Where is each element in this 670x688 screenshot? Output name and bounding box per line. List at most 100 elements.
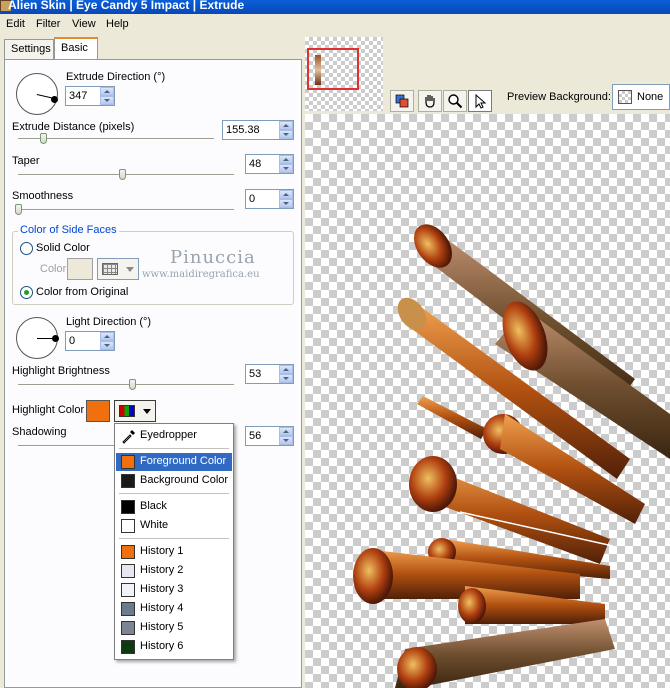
menu-item-eyedropper[interactable]: Eyedropper [116,427,232,445]
watermark-url: www.maidiregrafica.eu [142,269,260,280]
highlight-color-menu: Eyedropper Foreground Color Background Co… [114,423,234,660]
eyedropper-icon [122,430,135,444]
menu-item-label: Black [140,500,167,512]
menu-item-history-2[interactable]: History 2 [116,562,232,580]
zoom-tool-button[interactable] [443,90,467,112]
highlight-brightness-track[interactable] [18,384,234,386]
menu-item-label: Background Color [140,474,229,486]
menu-item-label: History 3 [140,583,184,595]
preview-compare-button[interactable] [390,90,414,112]
color-swatch [121,519,135,533]
color-swatch [121,583,135,597]
menu-item-history-1[interactable]: History 1 [116,543,232,561]
highlight-brightness-slider[interactable] [129,379,137,390]
menu-separator [119,538,229,539]
preview-background-select[interactable]: None [612,84,670,110]
tab-settings[interactable]: Settings [4,39,54,59]
chevron-down-icon [143,409,151,414]
highlight-color-menu-button[interactable] [114,400,156,422]
smoothness-label: Smoothness [12,190,74,202]
smoothness-slider[interactable] [15,204,22,215]
menu-item-white[interactable]: White [116,517,232,535]
taper-slider[interactable] [118,169,126,180]
menu-item-label: History 1 [140,545,184,557]
taper-label: Taper [12,155,40,167]
solid-color-menu-button[interactable] [97,258,139,280]
side-faces-title: Color of Side Faces [18,224,119,236]
menu-help[interactable]: Help [106,18,129,30]
navigator-preview-image [315,55,321,85]
highlight-brightness-input[interactable]: 53 [245,364,294,384]
light-direction-input[interactable]: 0 [65,331,115,351]
palette-grid-icon [102,263,118,275]
menu-edit[interactable]: Edit [6,18,25,30]
extrude-distance-label: Extrude Distance (pixels) [12,121,135,133]
color-from-original-radio[interactable] [20,286,33,299]
color-swatch [121,545,135,559]
menu-item-history-5[interactable]: History 5 [116,619,232,637]
palette-grid-icon [119,405,135,417]
menu-item-label: History 5 [140,621,184,633]
tab-basic[interactable]: Basic [54,37,98,59]
highlight-color-swatch[interactable] [86,400,110,422]
color-swatch [121,640,135,654]
menu-bar: Edit Filter View Help [0,14,670,36]
color-swatch [121,621,135,635]
extrude-direction-dial[interactable] [16,73,58,115]
extrude-distance-input[interactable]: 155.38 [222,120,294,140]
smoothness-input[interactable]: 0 [245,189,294,209]
magnifier-icon [448,94,463,109]
menu-item-history-3[interactable]: History 3 [116,581,232,599]
menu-item-history-6[interactable]: History 6 [116,638,232,656]
extrude-direction-input[interactable]: 347 [65,86,115,106]
solid-color-radio[interactable] [20,242,33,255]
color-swatch [121,500,135,514]
menu-view[interactable]: View [72,18,96,30]
color-swatch [121,455,135,469]
smoothness-track[interactable] [18,209,234,211]
light-direction-label: Light Direction (°) [66,316,152,328]
shadowing-input[interactable]: 56 [245,426,294,446]
compare-icon [395,94,409,108]
hand-tool-button[interactable] [418,90,442,112]
hand-icon [425,95,435,108]
color-from-original-label: Color from Original [36,286,129,298]
title-bar: Alien Skin | Eye Candy 5 Impact | Extrud… [0,0,670,14]
menu-separator [119,493,229,494]
taper-input[interactable]: 48 [245,154,294,174]
solid-color-label: Solid Color [36,242,90,254]
extruded-rods [353,224,670,688]
arrow-pointer-icon [475,93,487,109]
menu-item-history-4[interactable]: History 4 [116,600,232,618]
select-tool-button[interactable] [468,90,492,112]
highlight-brightness-label: Highlight Brightness [12,365,110,377]
shadowing-label: Shadowing [12,426,67,438]
menu-item-label: History 4 [140,602,184,614]
preview-canvas[interactable] [305,114,670,688]
preview-background-label: Preview Background: [507,91,611,103]
menu-filter[interactable]: Filter [36,18,60,30]
menu-item-label: Foreground Color [140,455,227,467]
menu-item-label: History 6 [140,640,184,652]
chevron-down-icon [126,267,134,272]
highlight-color-label: Highlight Color [12,404,85,416]
extrude-distance-slider[interactable] [40,133,48,144]
menu-item-label: History 2 [140,564,184,576]
preview-background-value: None [637,91,664,103]
extrude-distance-track[interactable] [18,138,214,140]
menu-item-background-color[interactable]: Background Color [116,472,232,490]
color-swatch [121,564,135,578]
color-swatch [121,474,135,488]
transparent-swatch-icon [618,90,632,104]
solid-color-swatch[interactable] [67,258,93,280]
watermark-name: Pinuccia [170,247,256,268]
menu-item-black[interactable]: Black [116,498,232,516]
navigator-thumbnail[interactable] [305,37,383,111]
color-label: Color [40,263,67,275]
preview-image [353,224,670,688]
light-direction-dial[interactable] [16,317,59,359]
extrude-direction-label: Extrude Direction (°) [66,71,166,83]
window-title: Alien Skin | Eye Candy 5 Impact | Extrud… [8,0,245,12]
menu-item-foreground-color[interactable]: Foreground Color [116,453,232,471]
taper-track[interactable] [18,174,234,176]
